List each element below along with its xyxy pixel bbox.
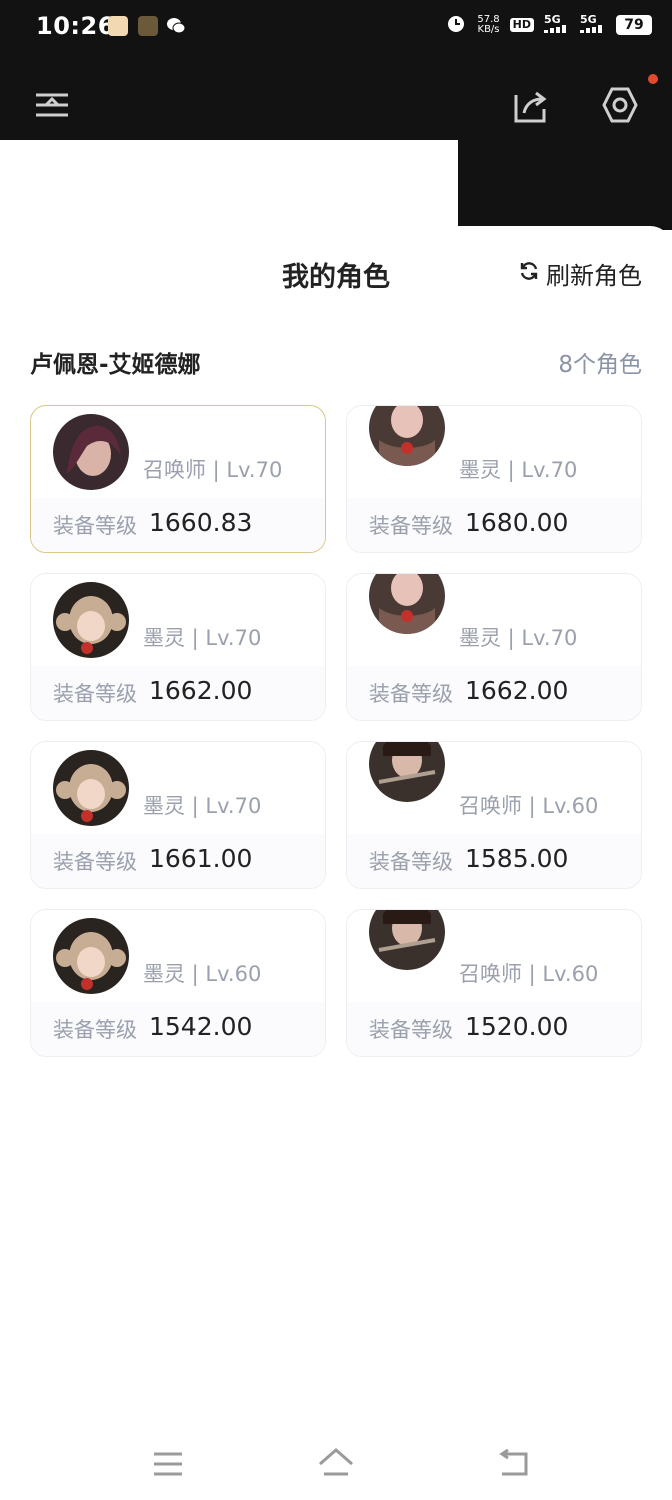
home-icon[interactable] (316, 1444, 356, 1484)
character-avatar (53, 918, 129, 994)
character-avatar (369, 574, 445, 634)
status-bar: 10:26 57.8 KB/s HD 5G 5G 79 (0, 0, 672, 56)
gear-level-label: 装备等级 (53, 850, 137, 874)
gear-level-label: 装备等级 (369, 1018, 453, 1042)
character-count: 8个角色 (558, 352, 642, 378)
character-card[interactable]: 墨灵 | Lv.70 装备等级 1662.00 (346, 573, 642, 721)
gear-level-value: 1660.83 (149, 508, 253, 537)
net-speed: 57.8 KB/s (477, 14, 500, 35)
gear-level-value: 1542.00 (149, 1012, 253, 1041)
status-time: 10:26 (36, 12, 115, 40)
app-notification-icon (108, 16, 128, 36)
character-card[interactable]: 墨灵 | Lv.70 装备等级 1662.00 (30, 573, 326, 721)
sheet-dark-corner (458, 140, 672, 230)
sim1-signal: 5G (544, 14, 570, 35)
character-avatar (369, 910, 445, 970)
notification-dot (648, 74, 658, 84)
menu-icon[interactable] (148, 1444, 188, 1484)
gear-level-value: 1661.00 (149, 844, 253, 873)
back-icon[interactable] (494, 1444, 534, 1484)
character-card[interactable]: 墨灵 | Lv.60 装备等级 1542.00 (30, 909, 326, 1057)
class-level: 墨灵 | Lv.70 (143, 626, 262, 650)
class-level: 墨灵 | Lv.70 (459, 458, 578, 482)
character-avatar (53, 750, 129, 826)
character-avatar (369, 742, 445, 802)
wechat-icon (166, 16, 186, 36)
class-level: 召唤师 | Lv.60 (459, 794, 599, 818)
class-level: 墨灵 | Lv.60 (143, 962, 262, 986)
refresh-label: 刷新角色 (546, 262, 642, 290)
filter-menu-icon[interactable] (32, 85, 72, 125)
character-card[interactable]: 召唤师 | Lv.60 装备等级 1520.00 (346, 909, 642, 1057)
gear-level-value: 1520.00 (465, 1012, 569, 1041)
character-card[interactable]: 墨灵 | Lv.70 装备等级 1661.00 (30, 741, 326, 889)
share-icon[interactable] (510, 85, 550, 125)
gear-level-label: 装备等级 (369, 514, 453, 538)
battery-indicator: 79 (616, 14, 652, 35)
game-notification-icon (138, 16, 158, 36)
character-avatar (53, 582, 129, 658)
gear-level-value: 1662.00 (149, 676, 253, 705)
status-indicators: 57.8 KB/s HD 5G 5G 79 (445, 12, 652, 37)
character-card[interactable]: 召唤师 | Lv.70 装备等级 1660.83 (30, 405, 326, 553)
gear-level-label: 装备等级 (369, 850, 453, 874)
sim2-signal: 5G (580, 14, 606, 35)
server-name: 卢佩恩-艾姬德娜 (30, 352, 201, 378)
system-nav-bar (0, 1420, 672, 1500)
top-app-bar: 10:26 57.8 KB/s HD 5G 5G 79 (0, 0, 672, 140)
hexagon-settings-icon[interactable] (600, 85, 640, 125)
hd-badge: HD (509, 17, 534, 32)
character-card[interactable]: 墨灵 | Lv.70 装备等级 1680.00 (346, 405, 642, 553)
class-level: 墨灵 | Lv.70 (143, 794, 262, 818)
gear-level-label: 装备等级 (53, 1018, 137, 1042)
gear-level-label: 装备等级 (53, 514, 137, 538)
character-avatar (369, 406, 445, 466)
refresh-icon (518, 260, 540, 288)
refresh-characters-button[interactable]: 刷新角色 (518, 256, 642, 291)
gear-level-value: 1585.00 (465, 844, 569, 873)
alarm-icon (445, 12, 467, 37)
character-card[interactable]: 召唤师 | Lv.60 装备等级 1585.00 (346, 741, 642, 889)
net-speed-unit: KB/s (477, 23, 500, 35)
gear-level-label: 装备等级 (369, 682, 453, 706)
character-avatar (53, 414, 129, 490)
gear-level-value: 1662.00 (465, 676, 569, 705)
class-level: 召唤师 | Lv.70 (143, 458, 283, 482)
class-level: 墨灵 | Lv.70 (459, 626, 578, 650)
class-level: 召唤师 | Lv.60 (459, 962, 599, 986)
gear-level-label: 装备等级 (53, 682, 137, 706)
sheet-left-panel (0, 140, 458, 240)
gear-level-value: 1680.00 (465, 508, 569, 537)
